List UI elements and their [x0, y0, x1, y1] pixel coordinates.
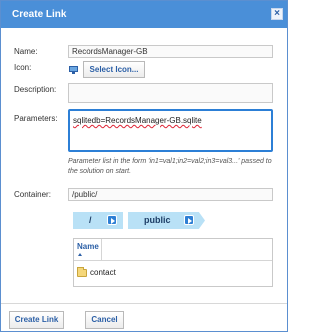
dialog-title: Create Link [12, 9, 67, 20]
monitor-icon [69, 66, 78, 74]
icon-label: Icon: [14, 63, 32, 72]
name-value: RecordsManager-GB [72, 47, 148, 56]
description-label: Description: [14, 85, 57, 94]
folder-icon [77, 267, 87, 277]
parameters-hint: Parameter list in the form 'in1=val1;in2… [68, 158, 272, 175]
chevron-right-icon[interactable] [184, 215, 194, 225]
file-list-header: Name [74, 239, 272, 261]
list-item-label: contact [90, 268, 116, 277]
cancel-button[interactable]: Cancel [85, 311, 124, 329]
dialog-titlebar: Create Link × [1, 1, 287, 28]
name-field[interactable]: RecordsManager-GB [68, 45, 273, 58]
parameters-value: sqlitedb=RecordsManager-GB.sqlite [73, 116, 202, 125]
chevron-right-icon[interactable] [107, 215, 117, 225]
close-icon[interactable]: × [271, 8, 283, 20]
container-label: Container: [14, 190, 51, 199]
parameters-field[interactable]: sqlitedb=RecordsManager-GB.sqlite [68, 109, 273, 152]
parameters-label: Parameters: [14, 114, 58, 123]
column-divider [101, 239, 102, 261]
create-link-dialog: Create Link × Name: RecordsManager-GB Ic… [0, 0, 288, 332]
breadcrumb-public-label: public [144, 215, 171, 225]
sort-ascending-icon [78, 253, 82, 256]
container-value: /public/ [72, 190, 98, 199]
column-header-name[interactable]: Name [77, 242, 99, 251]
description-field[interactable] [68, 83, 273, 103]
create-link-button[interactable]: Create Link [9, 311, 64, 329]
name-label: Name: [14, 47, 38, 56]
select-icon-button[interactable]: Select Icon... [83, 61, 145, 78]
file-list: Name contact [73, 238, 273, 287]
list-item[interactable]: contact [74, 266, 272, 280]
container-field[interactable]: /public/ [68, 188, 273, 201]
footer-divider [1, 303, 287, 304]
breadcrumb-root-label: / [89, 215, 92, 225]
